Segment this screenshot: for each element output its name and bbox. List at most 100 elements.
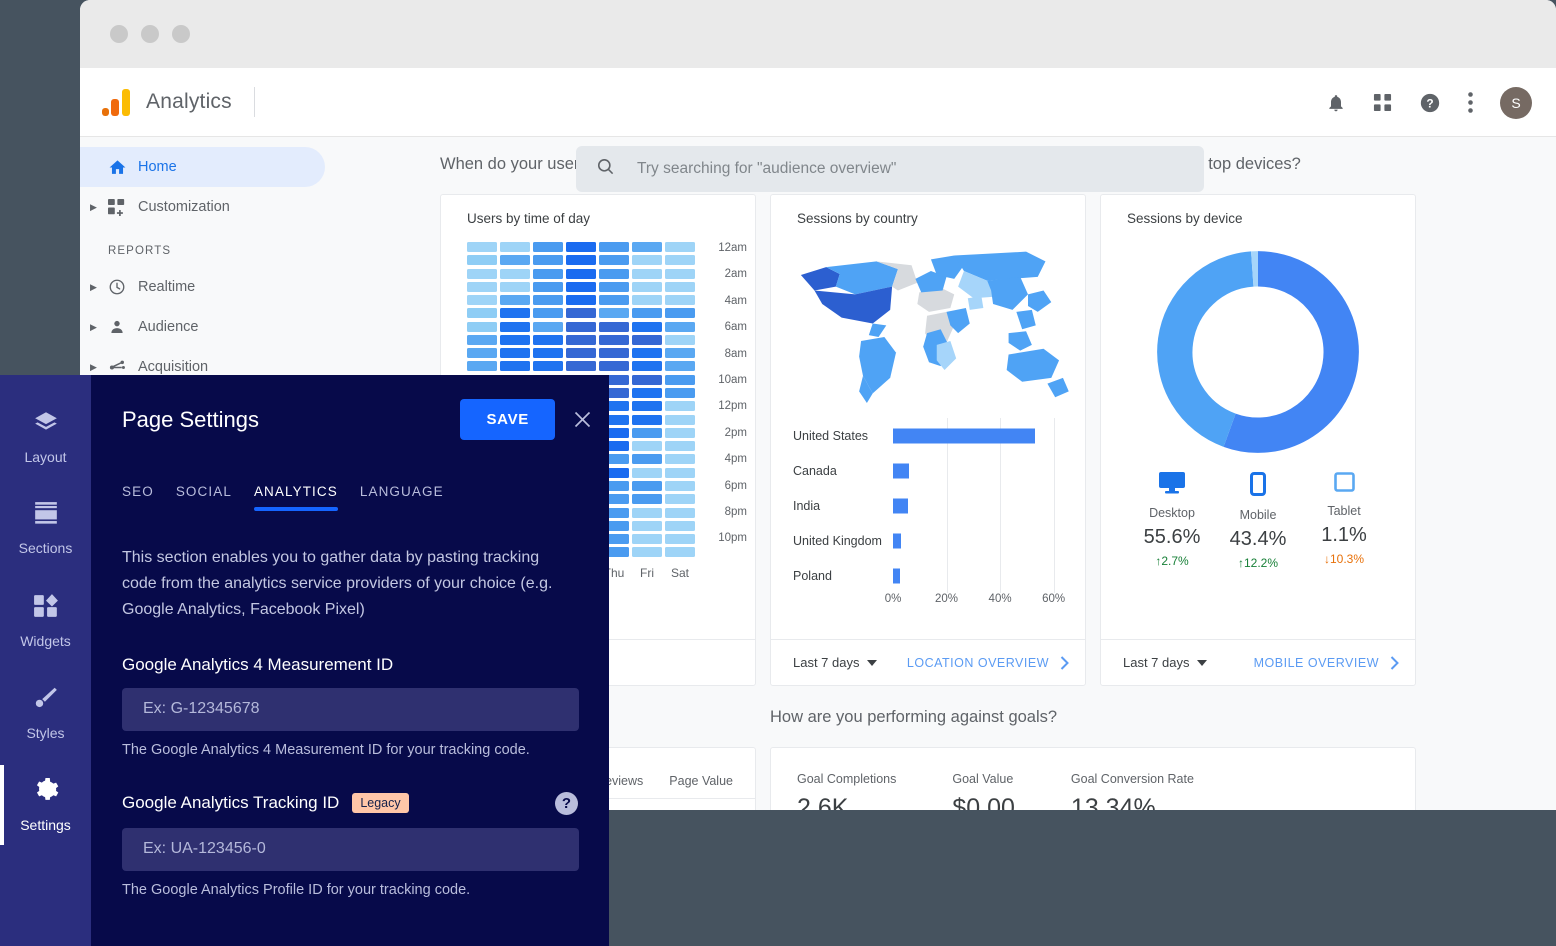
sidebar-item-label-audience: Audience: [138, 319, 199, 335]
country-bar-label: United States: [793, 428, 869, 443]
heatmap-cell: [566, 242, 596, 252]
header-actions: ? S: [1326, 68, 1532, 137]
rail-item-sections[interactable]: Sections: [0, 483, 91, 575]
country-bar-fill: [893, 463, 910, 478]
apps-grid-icon[interactable]: [1373, 93, 1392, 112]
card-title-sessions-by-device: Sessions by device: [1127, 211, 1243, 226]
location-overview-link[interactable]: LOCATION OVERVIEW: [907, 656, 1069, 670]
world-map-svg: [800, 251, 1069, 404]
dashboard-col-devices: What are your top devices? Sessions by d…: [1100, 155, 1416, 686]
heatmap-cell: [632, 401, 662, 412]
heatmap-cell: [632, 308, 662, 319]
save-button[interactable]: SAVE: [460, 399, 555, 440]
help-icon[interactable]: ?: [1419, 92, 1441, 114]
more-vert-icon[interactable]: [1468, 92, 1473, 113]
heatmap-cell: [500, 281, 530, 292]
heatmap-cell: [665, 427, 695, 438]
heatmap-hour-label: 8am: [724, 347, 747, 360]
card-footer-sessions-by-country: Last 7 days LOCATION OVERVIEW: [771, 639, 1085, 685]
device-name: Desktop: [1149, 506, 1195, 520]
card-sessions-by-country: Sessions by country United States Canada…: [770, 194, 1086, 686]
ga-tracking-id-input[interactable]: [122, 827, 579, 871]
heatmap-cell: [566, 281, 596, 292]
heatmap-cell: [632, 281, 662, 292]
avatar[interactable]: S: [1500, 86, 1532, 119]
country-bar-gridline: [1053, 453, 1055, 488]
country-bar-label: Canada: [793, 463, 837, 478]
heatmap-cell: [566, 295, 596, 306]
date-range-selector-country[interactable]: Last 7 days: [793, 655, 877, 670]
heatmap-cell: [566, 348, 596, 359]
search-bar[interactable]: Try searching for "audience overview": [576, 146, 1204, 192]
tab-analytics[interactable]: ANALYTICS: [253, 484, 338, 511]
window-chrome-bar: [80, 0, 1556, 68]
heatmap-cell: [665, 441, 695, 452]
sidebar-item-audience[interactable]: ▶ Audience: [80, 307, 420, 347]
card-title-users-by-time: Users by time of day: [467, 211, 591, 226]
country-bar-gridline: [946, 453, 948, 488]
ga4-measurement-id-input[interactable]: [122, 687, 579, 731]
header-divider: [253, 87, 255, 117]
heatmap-cell: [632, 268, 662, 279]
heatmap-hour-label: 2am: [724, 268, 747, 281]
tab-language[interactable]: LANGUAGE: [360, 484, 444, 511]
rail-item-label: Sections: [18, 540, 73, 556]
sidebar-item-realtime[interactable]: ▶ Realtime: [80, 267, 420, 307]
device-stat-desktop: Desktop 55.6% ↑2.7%: [1132, 472, 1212, 570]
heatmap-cell: [665, 295, 695, 306]
rail-item-widgets[interactable]: Widgets: [0, 575, 91, 667]
editor-rail: Layout Sections Widgets Styles Settings: [0, 375, 91, 946]
window-close-dot[interactable]: [110, 25, 128, 43]
heatmap-cell: [665, 507, 695, 518]
device-donut-chart: [1101, 226, 1415, 456]
heatmap-cell: [566, 321, 596, 332]
heatmap-cell: [533, 361, 563, 372]
google-analytics-logo-icon: [102, 88, 132, 116]
chevron-right-icon: ▶: [90, 201, 97, 212]
heatmap-cell: [632, 547, 662, 558]
device-stat-tablet: Tablet 1.1% ↓10.3%: [1304, 472, 1384, 570]
sidebar-item-customization[interactable]: ▶ Customization: [80, 187, 420, 227]
country-bar-row: United Kingdom: [793, 523, 1067, 558]
section-question-goals: How are you performing against goals?: [770, 708, 1058, 726]
heatmap-cell: [566, 255, 596, 266]
date-range-selector-device[interactable]: Last 7 days: [1123, 655, 1207, 670]
tab-seo[interactable]: SEO: [122, 484, 154, 511]
chevron-right-icon: ▶: [90, 321, 97, 332]
heatmap-cell: [665, 281, 695, 292]
country-bar-label: India: [793, 498, 821, 513]
country-bar-gridline: [946, 488, 948, 523]
close-icon[interactable]: [555, 409, 609, 430]
heatmap-cell: [599, 361, 629, 372]
country-bar-track: [893, 558, 1067, 593]
heatmap-cell: [665, 547, 695, 558]
heatmap-cell: [665, 348, 695, 359]
legacy-badge: Legacy: [352, 793, 409, 814]
heatmap-cell: [533, 242, 563, 252]
country-bar-row: Canada: [793, 453, 1067, 488]
country-bar-gridline: [1000, 523, 1002, 558]
rail-item-layout[interactable]: Layout: [0, 391, 91, 483]
window-maximize-dot[interactable]: [172, 25, 190, 43]
country-bar-gridline: [946, 558, 948, 593]
sections-icon: [33, 502, 59, 531]
country-bar-fill: [893, 568, 900, 583]
country-axis-tick: 0%: [884, 593, 902, 605]
heatmap-cell: [632, 427, 662, 438]
sidebar-item-home[interactable]: Home: [80, 147, 325, 187]
help-icon[interactable]: ?: [555, 791, 578, 815]
mobile-overview-link[interactable]: MOBILE OVERVIEW: [1254, 656, 1399, 670]
bell-icon[interactable]: [1326, 93, 1346, 113]
rail-item-settings[interactable]: Settings: [0, 759, 91, 851]
country-bar-gridline: [1053, 558, 1055, 593]
tab-social[interactable]: SOCIAL: [176, 484, 232, 511]
heatmap-cell: [599, 334, 629, 345]
rail-item-styles[interactable]: Styles: [0, 667, 91, 759]
window-minimize-dot[interactable]: [141, 25, 159, 43]
country-bar-fill: [893, 428, 1035, 443]
heatmap-cell: [632, 374, 662, 385]
analytics-brand[interactable]: Analytics: [80, 87, 420, 117]
country-bar-track: [893, 418, 1067, 453]
heatmap-cell: [467, 348, 497, 359]
heatmap-hour-label: 12am: [718, 242, 747, 254]
